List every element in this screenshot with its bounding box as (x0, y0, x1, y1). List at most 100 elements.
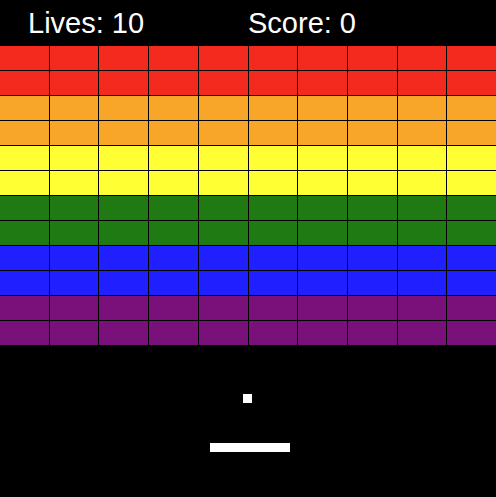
brick (199, 196, 248, 220)
brick (447, 146, 496, 170)
brick (50, 71, 99, 95)
brick (249, 271, 298, 295)
brick (447, 196, 496, 220)
brick (298, 71, 347, 95)
brick (199, 321, 248, 345)
brick (398, 71, 447, 95)
brick (398, 171, 447, 195)
brick (50, 46, 99, 70)
brick (298, 271, 347, 295)
brick (398, 321, 447, 345)
brick (149, 71, 198, 95)
brick (0, 146, 49, 170)
brick (50, 246, 99, 270)
brick (249, 296, 298, 320)
brick (149, 296, 198, 320)
brick (249, 221, 298, 245)
brick (249, 121, 298, 145)
brick (50, 96, 99, 120)
brick (99, 196, 148, 220)
score-counter: Score: 0 (248, 8, 356, 40)
brick (398, 46, 447, 70)
brick (348, 271, 397, 295)
brick (149, 221, 198, 245)
brick (50, 271, 99, 295)
brick (0, 221, 49, 245)
brick (0, 96, 49, 120)
brick (149, 271, 198, 295)
brick (348, 296, 397, 320)
brick (50, 121, 99, 145)
brick (447, 121, 496, 145)
brick (348, 196, 397, 220)
brick (298, 146, 347, 170)
brick (99, 321, 148, 345)
play-field (0, 345, 496, 497)
brick (447, 46, 496, 70)
brick (447, 246, 496, 270)
brick (398, 296, 447, 320)
brick-wall (0, 46, 496, 345)
brick (50, 296, 99, 320)
brick (199, 296, 248, 320)
brick (249, 171, 298, 195)
brick (0, 46, 49, 70)
brick (0, 121, 49, 145)
brick (249, 196, 298, 220)
brick (99, 146, 148, 170)
brick (0, 171, 49, 195)
brick (298, 196, 347, 220)
brick (0, 246, 49, 270)
brick (149, 246, 198, 270)
paddle[interactable] (210, 443, 290, 452)
brick (348, 96, 397, 120)
brick (348, 246, 397, 270)
brick (249, 71, 298, 95)
brick (199, 171, 248, 195)
brick (249, 96, 298, 120)
brick (50, 221, 99, 245)
brick (199, 221, 248, 245)
brick (298, 246, 347, 270)
brick (99, 246, 148, 270)
brick (99, 96, 148, 120)
brick (398, 146, 447, 170)
brick (0, 321, 49, 345)
brick (50, 171, 99, 195)
brick (298, 171, 347, 195)
brick (298, 321, 347, 345)
brick (298, 96, 347, 120)
brick (99, 171, 148, 195)
brick (149, 46, 198, 70)
brick (398, 96, 447, 120)
brick (348, 171, 397, 195)
brick (50, 196, 99, 220)
brick (348, 146, 397, 170)
hud-bar: Lives: 10Score: 0 (0, 0, 496, 46)
brick (298, 296, 347, 320)
brick (249, 46, 298, 70)
brick (447, 171, 496, 195)
brick (348, 321, 397, 345)
ball (243, 394, 252, 403)
brick (398, 271, 447, 295)
brick (447, 96, 496, 120)
brick (149, 146, 198, 170)
brick (199, 246, 248, 270)
brick (348, 71, 397, 95)
brick (99, 46, 148, 70)
brick (199, 271, 248, 295)
brick (249, 146, 298, 170)
brick (149, 321, 198, 345)
brick (0, 71, 49, 95)
brick (0, 296, 49, 320)
brick (447, 321, 496, 345)
brick (99, 71, 148, 95)
brick (398, 246, 447, 270)
brick (447, 271, 496, 295)
brick (99, 296, 148, 320)
brick (99, 221, 148, 245)
brick (149, 171, 198, 195)
brick (199, 96, 248, 120)
brick (249, 246, 298, 270)
